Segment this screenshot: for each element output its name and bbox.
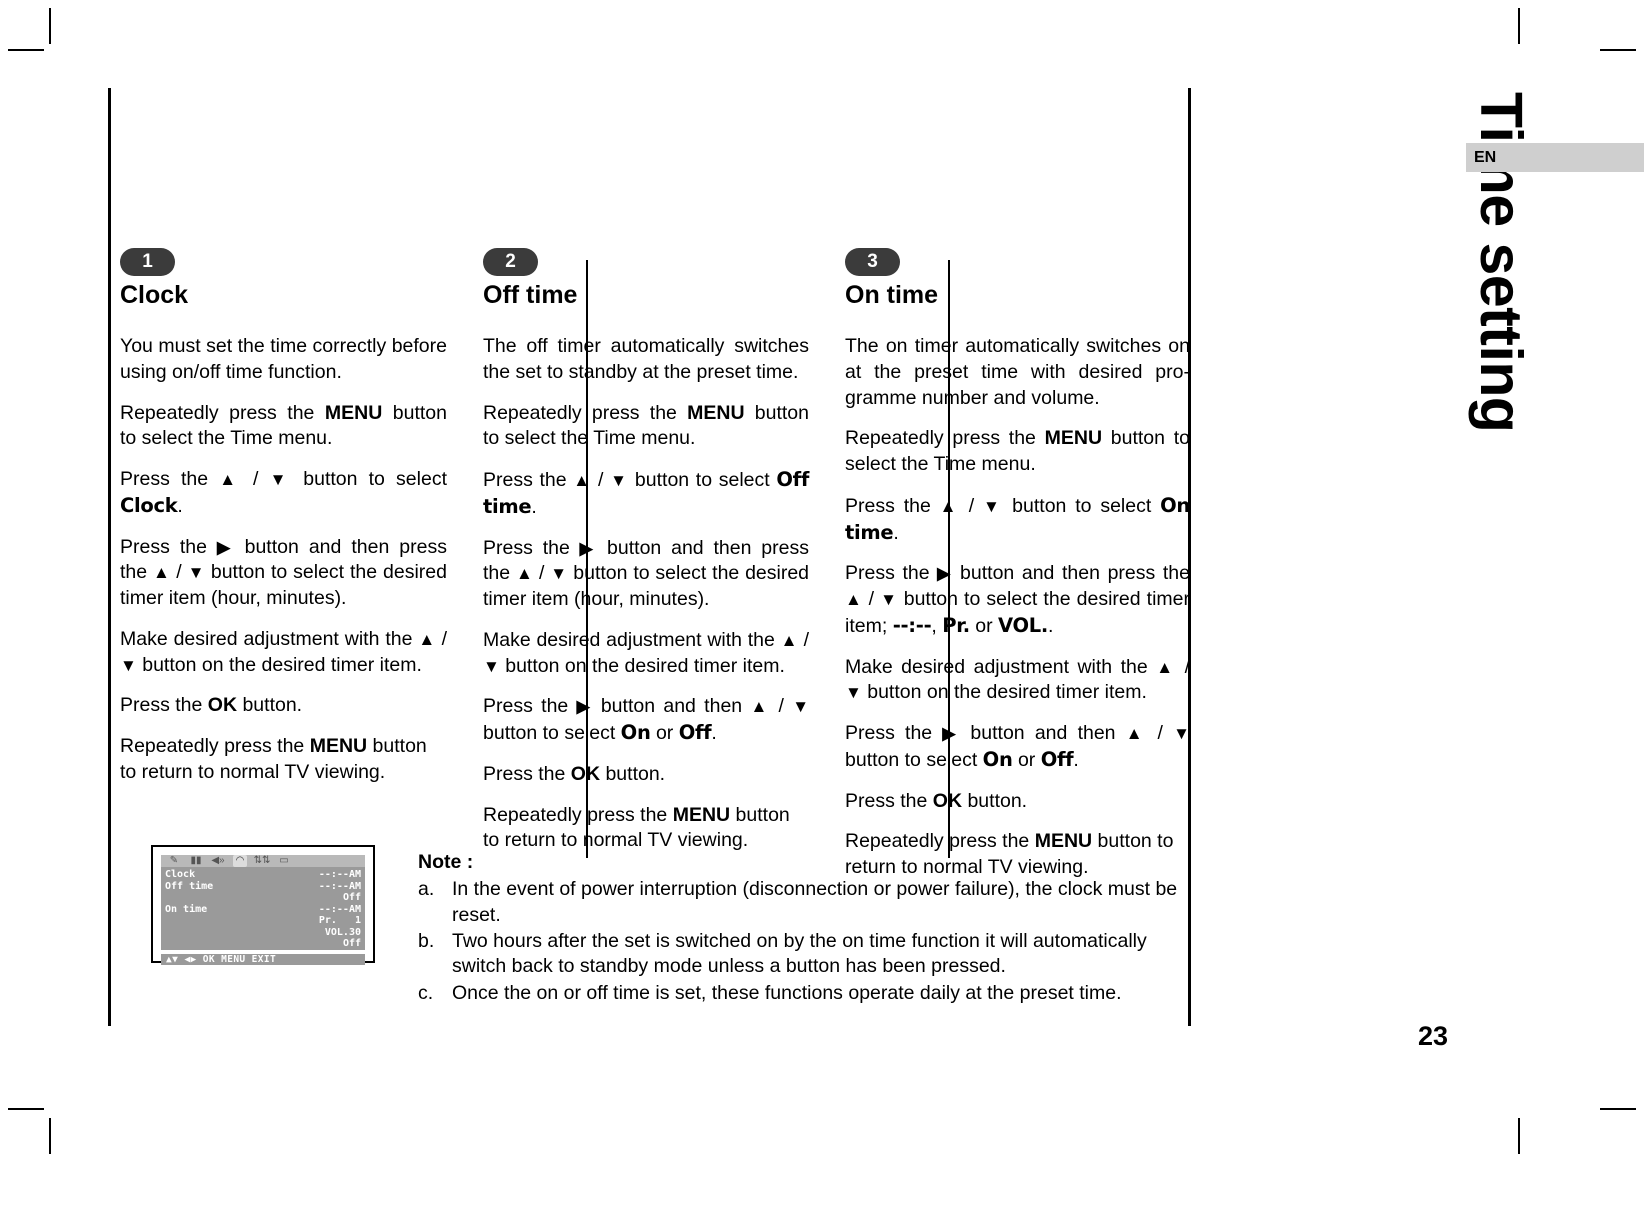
osd-row-value: --:--AM xyxy=(318,880,361,892)
osd-row: VOL.30 xyxy=(165,927,361,939)
crop-mark-left-top xyxy=(8,49,44,51)
paragraph: The off timer automatically switches the… xyxy=(483,335,809,383)
column-heading-off-time: Off time xyxy=(483,281,578,309)
crop-mark-right-top xyxy=(1600,49,1636,51)
paragraph: Repeatedly press the MENU button to sele… xyxy=(483,401,809,450)
manual-page: Time setting EN 1 Clock You must set the… xyxy=(0,0,1644,1205)
osd-row-value: Pr. 1 xyxy=(318,915,361,926)
paragraph: Press the ▲ / ▼ button to select Off tim… xyxy=(483,468,810,518)
paragraph: Press the OK button. xyxy=(483,762,666,785)
column-clock: 1 Clock You must set the time correctly … xyxy=(120,248,465,848)
note-item: a. In the event of power interruption (d… xyxy=(418,877,1180,928)
sound-icon: ◀» xyxy=(211,855,225,866)
osd-row-label: Off time xyxy=(165,880,214,892)
paragraph: Repeatedly press the MENU button to sele… xyxy=(120,401,447,450)
crop-mark-left-bottom xyxy=(8,1108,44,1110)
step-badge-2: 2 xyxy=(483,248,538,276)
osd-row: Off time --:--AM xyxy=(165,881,361,893)
osd-menu-body: Clock --:--AM Off time --:--AM Off On ti… xyxy=(161,867,365,950)
crop-mark-bottom-right xyxy=(1518,1118,1520,1154)
note-marker: c. xyxy=(418,981,434,1004)
osd-row: Pr. 1 xyxy=(165,915,361,927)
crop-mark-top-left xyxy=(49,8,51,44)
paragraph: Make desired adjustment with the ▲ / ▼ b… xyxy=(845,655,1190,704)
paragraph: Press the ▲ / ▼ button to select Clock. xyxy=(120,468,447,517)
paragraph: You must set the time correctly before u… xyxy=(120,335,447,383)
osd-row-value: --:--AM xyxy=(318,903,361,915)
paragraph: Press the ▶ button and then press the ▲ … xyxy=(120,535,447,610)
crop-mark-bottom-left xyxy=(49,1118,51,1154)
notes-block: Note : a. In the event of power interrup… xyxy=(418,850,1180,1007)
screen-icon: ▭ xyxy=(279,855,289,866)
note-text: Two hours after the set is switched on b… xyxy=(452,930,1147,978)
notes-title: Note : xyxy=(418,851,474,873)
osd-row: On time --:--AM xyxy=(165,904,361,916)
column-off-time: 2 Off time The off timer automatically s… xyxy=(465,248,827,851)
crop-mark-top-right xyxy=(1518,8,1520,44)
column-heading-clock: Clock xyxy=(120,281,189,309)
osd-row-label: Clock xyxy=(165,869,196,880)
osd-row-value: Off xyxy=(342,938,361,949)
page-frame-left-rule xyxy=(108,88,111,1026)
paragraph: Make desired adjustment with the ▲ / ▼ b… xyxy=(120,627,447,676)
paragraph: Press the OK button. xyxy=(120,694,303,717)
column-on-time: 3 On time The on timer automatically swi… xyxy=(827,248,1191,878)
paragraph: Press the ▶ button and then press the ▲ … xyxy=(845,562,1191,637)
osd-row-value: --:--AM xyxy=(318,869,361,880)
crop-mark-right-bottom xyxy=(1600,1108,1636,1110)
osd-row: Off xyxy=(165,938,361,950)
paragraph: Make desired adjustment with the ▲ / ▼ b… xyxy=(483,628,809,677)
osd-row: Clock --:--AM xyxy=(165,869,361,881)
pencil-icon: ✎ xyxy=(169,855,179,866)
note-item: b. Two hours after the set is switched o… xyxy=(418,929,1180,980)
osd-row-value: Off xyxy=(342,892,361,903)
note-marker: b. xyxy=(418,930,435,953)
note-text: In the event of power interruption (disc… xyxy=(452,878,1178,926)
paragraph: Repeatedly press the MENU button to sele… xyxy=(845,427,1190,476)
paragraph: Repeatedly press the MENU button to retu… xyxy=(483,803,790,852)
picture-icon: ▮▮ xyxy=(190,855,202,866)
setup-icon: ⇅⇅ xyxy=(253,855,271,866)
column-heading-on-time: On time xyxy=(845,281,939,309)
osd-row-value: VOL.30 xyxy=(324,926,361,938)
instruction-columns: 1 Clock You must set the time correctly … xyxy=(120,248,1191,878)
note-marker: a. xyxy=(418,878,435,901)
note-item: c. Once the on or off time is set, these… xyxy=(418,981,1180,1006)
paragraph: Press the OK button. xyxy=(845,789,1028,812)
step-badge-3: 3 xyxy=(845,248,900,276)
paragraph: Press the ▶ button and then ▲ / ▼ button… xyxy=(483,695,810,745)
note-text: Once the on or off time is set, these fu… xyxy=(452,981,1122,1004)
clock-icon: ◠ xyxy=(233,855,247,867)
osd-screenshot-figure: ✎ ▮▮ ◀» ◠ ⇅⇅ ▭ Clock --:--AM Off time --… xyxy=(151,845,375,965)
osd-icon-bar: ✎ ▮▮ ◀» ◠ ⇅⇅ ▭ xyxy=(161,855,365,867)
language-tab: EN xyxy=(1466,143,1644,172)
osd-screen: ✎ ▮▮ ◀» ◠ ⇅⇅ ▭ Clock --:--AM Off time --… xyxy=(161,855,365,965)
osd-row: Off xyxy=(165,892,361,904)
step-badge-1: 1 xyxy=(120,248,175,276)
page-number: 23 xyxy=(1418,1021,1449,1051)
paragraph: Press the ▶ button and then press the ▲ … xyxy=(483,536,810,611)
paragraph: Press the ▶ button and then ▲ / ▼ button… xyxy=(845,722,1190,771)
osd-row-label: On time xyxy=(165,903,208,915)
osd-navigation-bar: ▲▼ ◀▶ OK MENU EXIT xyxy=(161,953,365,965)
paragraph: Press the ▲ / ▼ button to select On time… xyxy=(845,493,1190,544)
paragraph: The on timer automatically switches on a… xyxy=(845,335,1190,409)
paragraph: Repeatedly press the MENU button to retu… xyxy=(120,735,427,783)
